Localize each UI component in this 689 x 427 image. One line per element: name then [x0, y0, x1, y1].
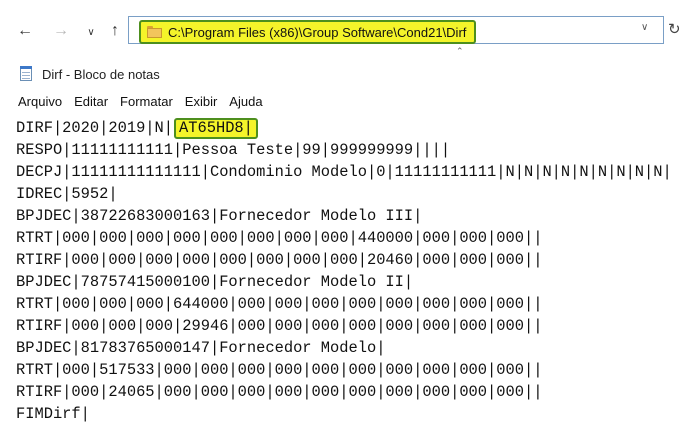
- screenshot-frame: ← → ∨ ↑ C:\Program Files (x86)\Group Sof…: [0, 0, 689, 427]
- editor-line: RTIRF|000|000|000|29946|000|000|000|000|…: [16, 317, 543, 335]
- editor-line: BPJDEC|78757415000100|Fornecedor Modelo …: [16, 273, 414, 291]
- highlighted-code: AT65HD8|: [174, 118, 258, 139]
- forward-button[interactable]: →: [50, 20, 72, 42]
- menu-formatar[interactable]: Formatar: [120, 94, 173, 112]
- editor-line: BPJDEC|81783765000147|Fornecedor Modelo|: [16, 339, 386, 357]
- folder-icon: [147, 26, 162, 38]
- menu-editar[interactable]: Editar: [74, 94, 108, 112]
- notepad-title-bar: Dirf - Bloco de notas: [18, 64, 160, 84]
- ribbon-collapse-icon[interactable]: ⌃: [456, 46, 464, 57]
- notepad-icon: [18, 66, 34, 82]
- editor-line: RESPO|11111111111|Pessoa Teste|99|999999…: [16, 141, 451, 159]
- address-dropdown-icon[interactable]: ∨: [641, 22, 648, 33]
- menu-ajuda[interactable]: Ajuda: [229, 94, 262, 112]
- editor-line: DECPJ|11111111111111|Condominio Modelo|0…: [16, 163, 672, 181]
- menu-arquivo[interactable]: Arquivo: [18, 94, 62, 112]
- menu-exibir[interactable]: Exibir: [185, 94, 218, 112]
- refresh-icon[interactable]: ↻: [668, 20, 681, 38]
- menu-bar: Arquivo Editar Formatar Exibir Ajuda: [18, 94, 263, 112]
- editor-line: RTRT|000|000|000|000|000|000|000|000|440…: [16, 229, 543, 247]
- address-bar[interactable]: C:\Program Files (x86)\Group Software\Co…: [128, 16, 664, 44]
- editor-line: BPJDEC|38722683000163|Fornecedor Modelo …: [16, 207, 423, 225]
- editor-line: RTRT|000|517533|000|000|000|000|000|000|…: [16, 361, 543, 379]
- text-editor[interactable]: DIRF|2020|2019|N| AT65HD8| RESPO|11111111…: [10, 117, 689, 427]
- editor-line: IDREC|5952|: [16, 185, 118, 203]
- back-button[interactable]: ←: [14, 20, 36, 42]
- arrow-up-icon: ↑: [111, 22, 119, 39]
- arrow-left-icon: ←: [17, 22, 33, 39]
- editor-line: RTIRF|000|24065|000|000|000|000|000|000|…: [16, 383, 543, 401]
- line-1-text: DIRF|2020|2019|N|: [16, 119, 174, 137]
- address-path[interactable]: C:\Program Files (x86)\Group Software\Co…: [168, 25, 466, 40]
- editor-line-1: DIRF|2020|2019|N| AT65HD8|: [10, 117, 689, 139]
- recent-locations-button[interactable]: ∨: [80, 21, 102, 43]
- editor-line: RTRT|000|000|000|644000|000|000|000|000|…: [16, 295, 543, 313]
- explorer-address-toolbar: ← → ∨ ↑ C:\Program Files (x86)\Group Sof…: [0, 0, 689, 56]
- address-highlight: C:\Program Files (x86)\Group Software\Co…: [139, 20, 477, 44]
- editor-line: FIMDirf|: [16, 405, 90, 423]
- editor-line: RTIRF|000|000|000|000|000|000|000|000|20…: [16, 251, 543, 269]
- up-button[interactable]: ↑: [104, 20, 126, 42]
- chevron-down-icon: ∨: [87, 26, 95, 38]
- arrow-right-icon: →: [53, 22, 69, 39]
- window-title: Dirf - Bloco de notas: [42, 66, 160, 82]
